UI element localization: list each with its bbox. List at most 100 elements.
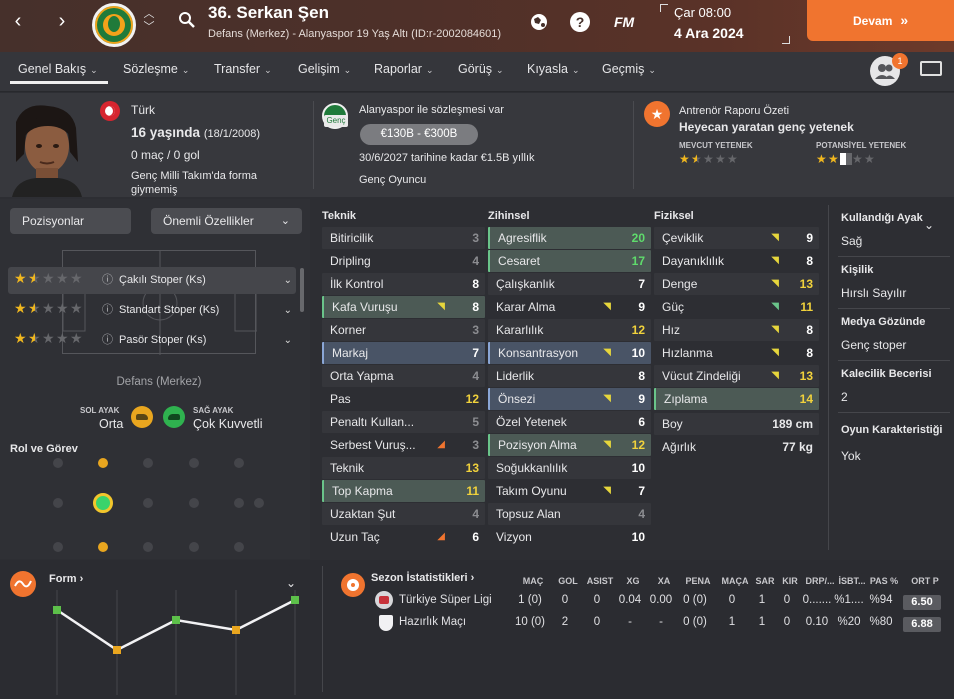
club-crest-icon[interactable] [92,3,136,47]
attribute-row[interactable]: Vizyon 10 [488,526,651,548]
attribute-row[interactable]: Konsantrasyon 10 ◥ [488,342,651,364]
chevron-down-icon[interactable]: ⌄ [924,218,934,232]
help-icon[interactable]: ? [569,11,591,33]
attribute-row[interactable]: Çeviklik 9 ◥ [654,227,819,249]
value-range[interactable]: €130B - €300B [360,124,478,145]
form-point[interactable] [291,596,299,604]
search-icon[interactable] [178,11,196,29]
stats-column-header[interactable]: XG [616,576,650,586]
attribute-row[interactable]: Top Kapma 11 [322,480,485,502]
attribute-value: 9 [638,300,645,314]
attribute-row[interactable]: Denge 13 ◥ [654,273,819,295]
attribute-row[interactable]: Pas 12 [322,388,485,410]
attribute-row[interactable]: Kararlılık 12 [488,319,651,341]
attribute-name: Uzun Taç [330,530,380,544]
stats-column-header[interactable]: KIR [773,576,807,586]
tab-gecmis[interactable]: Geçmiş ⌄ [602,62,656,76]
stats-column-header[interactable]: DRP/... [803,576,837,586]
attribute-row[interactable]: Uzun Taç 6 ◢ [322,526,485,548]
chevron-down-icon[interactable]: ⌄ [286,576,296,590]
attribute-row[interactable]: Liderlik 8 [488,365,651,387]
attribute-row[interactable]: İlk Kontrol 8 [322,273,485,295]
attribute-row[interactable]: Topsuz Alan 4 [488,503,651,525]
form-title[interactable]: Form › [49,573,83,585]
weight-row: Ağırlık 77 kg [654,436,819,458]
form-point[interactable] [113,646,121,654]
tab-kiyasla[interactable]: Kıyasla ⌄ [527,62,580,76]
world-ball-icon[interactable] [528,11,550,33]
stats-column-header[interactable]: ASIST [583,576,617,586]
attribute-row[interactable]: Korner 3 [322,319,485,341]
attribute-row[interactable]: Vücut Zindeliği 13 ◥ [654,365,819,387]
role-row[interactable]: ★★★★★ ⓘ Çakılı Stoper (Ks) ⌄ [8,267,296,294]
attribute-row[interactable]: Agresiflik 20 [488,227,651,249]
forward-arrow-icon[interactable]: › [50,10,74,34]
attribute-name: Markaj [332,346,369,360]
role-row[interactable]: ★★★★★ ⓘ Pasör Stoper (Ks) ⌄ [8,327,296,354]
weight-label: Ağırlık [662,440,697,454]
attribute-value: 6 [638,415,645,429]
attribute-row[interactable]: Karar Alma 9 ◥ [488,296,651,318]
attribute-row[interactable]: Penaltı Kullan... 5 [322,411,485,433]
roles-scrollbar[interactable] [300,268,304,312]
stats-column-header[interactable]: GOL [551,576,585,586]
stats-column-header[interactable]: MAÇA [718,576,752,586]
attribute-row[interactable]: Kafa Vuruşu 8 ◥ [322,296,485,318]
form-point[interactable] [232,626,240,634]
positions-button[interactable]: Pozisyonlar [10,208,131,234]
form-point[interactable] [53,606,61,614]
attribute-name: Hızlanma [662,346,713,360]
attribute-row[interactable]: Dripling 4 [322,250,485,272]
attribute-row[interactable]: Serbest Vuruş... 3 ◢ [322,434,485,456]
stats-title[interactable]: Sezon İstatistikleri › [371,572,474,584]
right-foot-value: Çok Kuvvetli [193,417,263,431]
monitor-icon[interactable] [920,61,942,76]
attribute-row[interactable]: Takım Oyunu 7 ◥ [488,480,651,502]
back-arrow-icon[interactable]: ‹ [6,10,30,34]
attribute-row[interactable]: Bitiricilik 3 [322,227,485,249]
role-row[interactable]: ★★★★★ ⓘ Standart Stoper (Ks) ⌄ [8,297,296,324]
stats-column-header[interactable]: PAS % [867,576,901,586]
position-dot [98,542,108,552]
continue-button[interactable]: Devam » [807,0,954,41]
stats-column-header[interactable]: XA [647,576,681,586]
attribute-row[interactable]: Cesaret 17 [488,250,651,272]
media-title: Medya Gözünde [841,316,926,328]
attribute-row[interactable]: Özel Yetenek 6 [488,411,651,433]
age-value: 16 yaşında [131,125,201,140]
tab-gorus[interactable]: Görüş ⌄ [458,62,504,76]
attribute-row[interactable]: Önsezi 9 ◥ [488,388,651,410]
tab-label: Genel Bakış [18,62,87,76]
tab-raporlar[interactable]: Raporlar ⌄ [374,62,433,76]
attribute-row[interactable]: Hızlanma 8 ◥ [654,342,819,364]
attribute-row[interactable]: Markaj 7 [322,342,485,364]
form-point[interactable] [172,616,180,624]
stats-competition[interactable]: Hazırlık Maçı [399,616,466,628]
stats-competition[interactable]: Türkiye Süper Ligi [399,594,492,606]
attribute-row[interactable]: Çalışkanlık 7 [488,273,651,295]
attribute-row[interactable]: Zıplama 14 [654,388,819,410]
attribute-row[interactable]: Hız 8 ◥ [654,319,819,341]
stats-column-header[interactable]: MAÇ [516,576,550,586]
attribute-row[interactable]: Uzaktan Şut 4 [322,503,485,525]
tab-genel-bakis[interactable]: Genel Bakış ⌄ [18,62,98,76]
attribute-row[interactable]: Güç 11 ◥ [654,296,819,318]
attribute-value: 4 [472,507,479,521]
attribute-row[interactable]: Teknik 13 [322,457,485,479]
attribute-row[interactable]: Orta Yapma 4 [322,365,485,387]
features-button[interactable]: Önemli Özellikler ⌄ [151,208,302,234]
star-icon: ★ [56,330,69,346]
stats-column-header[interactable]: ORT P [908,576,942,586]
stats-column-header[interactable]: İSBT... [835,576,869,586]
stats-cell: %94 [869,594,893,606]
tab-gelisim[interactable]: Gelişim ⌄ [298,62,351,76]
tab-sozlesme[interactable]: Sözleşme ⌄ [123,62,189,76]
fm-logo-icon[interactable]: FM [614,14,634,30]
tab-transfer[interactable]: Transfer ⌄ [214,62,272,76]
attribute-row[interactable]: Pozisyon Alma 12 ◥ [488,434,651,456]
attribute-row[interactable]: Soğukkanlılık 10 [488,457,651,479]
stats-column-header[interactable]: PENA [681,576,715,586]
attribute-row[interactable]: Dayanıklılık 8 ◥ [654,250,819,272]
player-switch-arrows-icon[interactable]: ︿ ﹀ [143,8,155,34]
star-icon: ★ [42,330,55,346]
